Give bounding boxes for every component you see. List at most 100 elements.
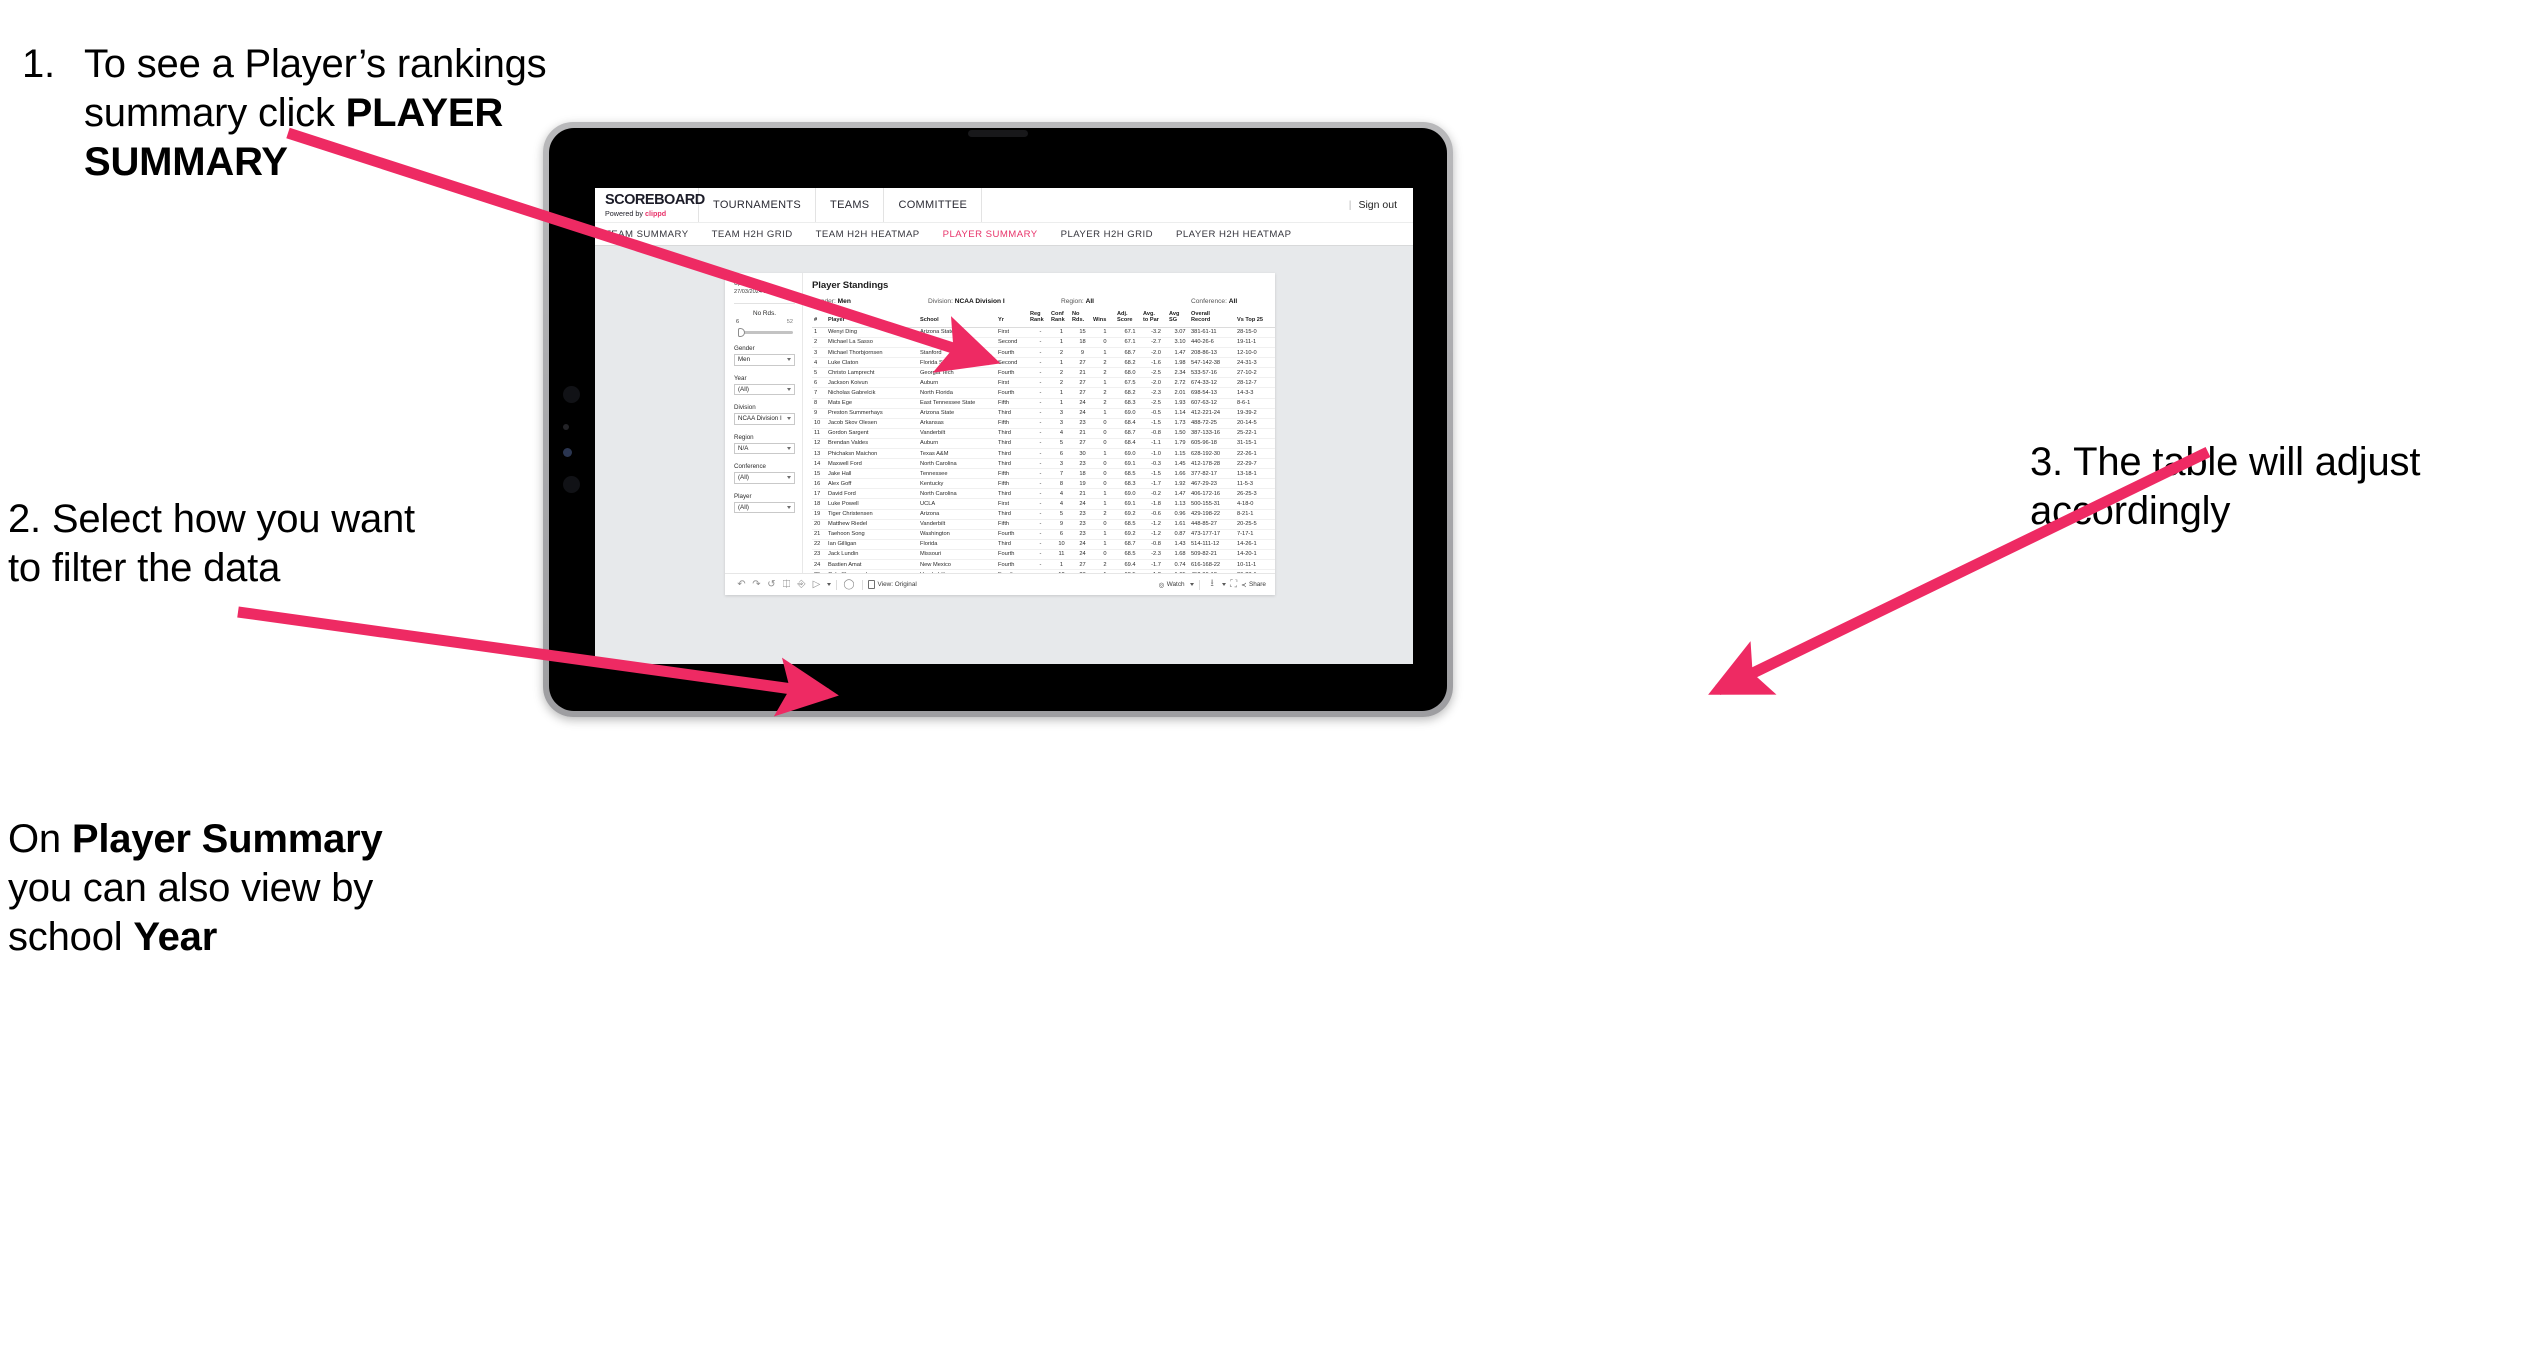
cell-col-avg-to-par: -1.1 [1143,438,1169,449]
cell-col-vs-top-25: 14-3-3 [1237,387,1275,399]
cell-col-reg-rank: - [1030,488,1051,500]
table-header-col-player[interactable]: Player [828,311,920,328]
chevron-down-icon[interactable] [826,583,831,586]
download-icon[interactable]: ⭳ [1205,577,1220,592]
filter-gender-select[interactable]: Men [734,354,795,366]
table-row[interactable]: 21 Taehoon Song Washington Fourth -6 23 1 69.2-… [812,529,1275,540]
table-row[interactable]: 10 Jacob Skov Olesen Arkansas Fifth -3 23 0 68.… [812,418,1275,429]
subnav-item-team-h2h-grid[interactable]: TEAM H2H GRID [712,229,793,240]
cell-col-vs-top-25: 13-18-1 [1237,468,1275,480]
cell-col-player: Michael La Sasso [828,337,920,349]
cell-col-adj-score: 68.0 [1117,367,1143,379]
table-header-col-rank[interactable]: # [812,311,828,328]
brand-logo[interactable]: SCOREBOARD Powered by clippd [595,188,705,222]
cell-col-overall-record: 607-63-12 [1191,398,1237,409]
table-row[interactable]: 24 Bastien Amat New Mexico Fourth -1 27 2 69.4-… [812,559,1275,571]
table-header-col-overall-record[interactable]: Overall Record [1191,311,1237,328]
toolbar-divider [861,579,863,590]
table-row[interactable]: 5 Christo Lamprecht Georgia Tech Fourth -2 21… [812,367,1275,379]
table-row[interactable]: 23 Jack Lundin Missouri Fourth -11 24 0 68.5 -2.… [812,549,1275,561]
redo-icon[interactable]: ↷ [749,577,764,592]
pause-icon[interactable]: ◯ [842,577,857,592]
subnav-item-player-summary[interactable]: PLAYER SUMMARY [943,229,1038,240]
table-row[interactable]: 2 Michael La Sasso Ole Miss Second -1 18 0 67.1… [812,337,1275,349]
table-row[interactable]: 13 Phichaksn Maichon Texas A&M Third -6 30 1 69… [812,448,1275,460]
table-row[interactable]: 20 Matthew Riedel Vanderbilt Fifth -9 23 0 68.5… [812,519,1275,530]
table-row[interactable]: 9 Preston Summerhays Arizona State Third -3 2… [812,408,1275,419]
table-row[interactable]: 18 Luke Powell UCLA First -4 24 1 69.1 -1.8 1.13 5… [812,498,1275,510]
filter-player-select[interactable]: (All) [734,501,795,514]
filter-division-select[interactable]: NCAA Division I [734,413,795,425]
share-button[interactable]: ≺ Share [1241,581,1266,589]
table-header-col-year[interactable]: Yr [998,311,1030,328]
table-header-col-avg-sg[interactable]: Avg SG [1169,311,1191,328]
subnav-item-player-h2h-heatmap[interactable]: PLAYER H2H HEATMAP [1176,229,1291,240]
slider-handle[interactable] [738,328,745,338]
pause-auto-updates-icon[interactable]: ⎆ [794,577,809,592]
table-row[interactable]: 8 Mats Ege East Tennessee State Fifth -1 24 2 6… [812,398,1275,409]
cell-col-rank: 6 [812,377,828,389]
cell-col-conf-rank: 1 [1051,387,1072,399]
view-original-button[interactable]: View: Original [867,580,917,589]
subnav-item-team-h2h-heatmap[interactable]: TEAM H2H HEATMAP [816,229,920,240]
revert-icon[interactable]: ↺ [764,577,779,592]
filter-region-select[interactable]: N/A [734,442,795,455]
cell-col-avg-to-par: -0.3 [1143,458,1169,470]
alerts-icon[interactable]: ▷ [809,577,824,592]
cell-col-wins: 1 [1093,327,1117,338]
meta-gender-label: Gender: [812,298,836,305]
cell-col-no-rds: 18 [1072,468,1093,480]
cell-col-avg-sg: 1.15 [1169,448,1191,460]
topnav-item-committee[interactable]: COMMITTEE [884,188,983,222]
cell-col-school: North Carolina [920,488,998,500]
table-row[interactable]: 3 Michael Thorbjornsen Stanford Fourth -2 9 1 6… [812,347,1275,359]
table-row[interactable]: 1 Wenyi Ding Arizona State First -1 15 1 67.1 -3… [812,327,1275,338]
table-row[interactable]: 22 Ian Gilligan Florida Third -10 24 1 68.7 -0.8… [812,539,1275,550]
table-header-col-no-rds[interactable]: No Rds. [1072,311,1093,328]
subnav-item-team-summary[interactable]: TEAM SUMMARY [605,229,689,240]
table-header-col-adj-score[interactable]: Adj. Score [1117,311,1143,328]
cell-col-vs-top-25: 28-12-7 [1237,377,1275,389]
table-header-col-avg-to-par[interactable]: Avg. to Par [1143,311,1169,328]
table-row[interactable]: 14 Maxwell Ford North Carolina Third -3 23 0 69… [812,458,1275,470]
cell-col-no-rds: 24 [1072,398,1093,409]
cell-col-year: Third [998,428,1030,439]
sign-out-link[interactable]: Sign out [1358,199,1397,211]
topnav-item-tournaments[interactable]: TOURNAMENTS [699,188,817,222]
fullscreen-icon[interactable]: ⛶ [1226,577,1241,592]
watch-button[interactable]: ◎ Watch [1159,581,1194,589]
filter-conference-select[interactable]: (All) [734,472,795,484]
cell-col-year: Fourth [998,559,1030,571]
topnav-item-teams[interactable]: TEAMS [816,188,885,222]
cell-col-overall-record: 674-33-12 [1191,377,1237,389]
refresh-data-icon[interactable]: ⎅ [779,577,794,592]
table-row[interactable]: 19 Tiger Christensen Arizona Third -5 23 2 69.2… [812,509,1275,520]
cell-col-reg-rank: - [1030,428,1051,439]
cell-col-adj-score: 68.5 [1117,468,1143,480]
table-row[interactable]: 12 Brendan Valdes Auburn Third -5 27 0 68.4 -1.1… [812,438,1275,449]
table-header-col-school[interactable]: School [920,311,998,328]
table-header-col-vs-top-25[interactable]: Vs Top 25 [1237,311,1275,328]
undo-icon[interactable]: ↶ [734,577,749,592]
table-row[interactable]: 16 Alex Goff Kentucky Fifth -8 19 0 68.3 -1.7 1.9… [812,478,1275,490]
cell-col-rank: 15 [812,468,828,480]
slider-track[interactable] [734,327,795,338]
cell-col-rank: 23 [812,549,828,561]
cell-col-year: Third [998,488,1030,500]
cell-col-conf-rank: 3 [1051,458,1072,470]
filter-year-select[interactable]: (All) [734,383,795,396]
subnav-item-player-h2h-grid[interactable]: PLAYER H2H GRID [1061,229,1153,240]
table-header-col-conf-rank[interactable]: Conf Rank [1051,311,1072,328]
table-row[interactable]: 15 Jake Hall Tennessee Fifth -7 18 0 68.5 -1.5 1.… [812,468,1275,480]
table-row[interactable]: 4 Luke Claton Florida State Second -1 27 2 68.2… [812,357,1275,369]
filter-no-rounds[interactable]: No Rds. 6 52 [734,310,795,338]
table-header-col-wins[interactable]: Wins [1093,311,1117,328]
table-row[interactable]: 6 Jackson Koivun Auburn First -2 27 1 67.5 -2.0 2… [812,377,1275,389]
table-row[interactable]: 7 Nicholas Gabrelcik North Florida Fourth -1… [812,387,1275,399]
viz-toolbar: ↶ ↷ ↺ ⎅ ⎆ ▷ ◯ View: Original ◎ Watch ⭳ ⛶… [725,573,1275,595]
table-header-col-reg-rank[interactable]: Reg Rank [1030,311,1051,328]
table-row[interactable]: 11 Gordon Sargent Vanderbilt Third -4 21 0 68.7… [812,428,1275,439]
table-row[interactable]: 17 David Ford North Carolina Third -4 21 1 69.0… [812,488,1275,500]
cell-col-player: Wenyi Ding [828,327,920,338]
cell-col-player: Gordon Sargent [828,428,920,439]
